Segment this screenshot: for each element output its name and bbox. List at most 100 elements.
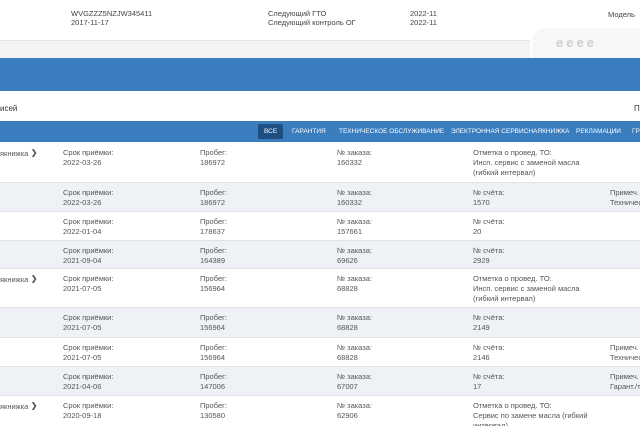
tab-maintenance[interactable]: ТЕХНИЧЕСКОЕ ОБСЛУЖИВАНИЕ: [333, 124, 450, 139]
filter-tabs: ВСЕ ГАРАНТИЯ ТЕХНИЧЕСКОЕ ОБСЛУЖИВАНИЕ ЭЛ…: [0, 121, 640, 142]
mileage-label: Пробег:: [200, 246, 227, 255]
mileage-label: Пробег:: [200, 372, 227, 381]
service-record-row[interactable]: Срок приёмки: 2021-07-05 Пробег: 156964 № за…: [0, 308, 640, 338]
service-record-row[interactable]: Срок приёмки: 2021-09-04 Пробег: 164389 № за…: [0, 241, 640, 269]
service-record-row[interactable]: Срок приёмки: 2021-07-05 Пробег: 156964 № за…: [0, 338, 640, 367]
record-detail-extra: (гибкий интервал): [473, 168, 536, 177]
acceptance-date-value: 2021-04-06: [63, 382, 102, 391]
record-detail-label: Отметка о провед. ТО:: [473, 401, 552, 410]
acceptance-date-label: Срок приёмки:: [63, 188, 114, 197]
acceptance-date-value: 2020-09-18: [63, 411, 102, 420]
record-detail-extra: интервал): [473, 421, 508, 426]
record-type-label: якнижка: [0, 275, 29, 284]
order-number-value: 69626: [337, 256, 358, 265]
chevron-right-icon[interactable]: ❯: [31, 274, 37, 284]
note-value: Техничес: [610, 198, 640, 207]
acceptance-date-label: Срок приёмки:: [63, 274, 114, 283]
service-record-row[interactable]: Срок приёмки: 2022-03-26 Пробег: 186972 № за…: [0, 183, 640, 212]
mileage-label: Пробег:: [200, 148, 227, 157]
chevron-right-icon[interactable]: ❯: [31, 401, 37, 411]
record-detail-label: № счёта:: [473, 372, 505, 381]
chevron-right-icon[interactable]: ❯: [31, 148, 37, 158]
order-number-value: 67007: [337, 382, 358, 391]
note-label: Примеч.: [610, 343, 639, 352]
mileage-label: Пробег:: [200, 274, 227, 283]
acceptance-date-label: Срок приёмки:: [63, 148, 114, 157]
record-detail-label: Отметка о провед. ТО:: [473, 274, 552, 283]
order-number-label: № заказа:: [337, 274, 372, 283]
mileage-value: 147006: [200, 382, 226, 391]
record-detail-value: 2149: [473, 323, 490, 332]
mileage-label: Пробег:: [200, 217, 227, 226]
acceptance-date-label: Срок приёмки:: [63, 401, 114, 410]
record-detail-value: 1570: [473, 198, 490, 207]
order-number-value: 157661: [337, 227, 363, 236]
mileage-value: 156964: [200, 284, 226, 293]
record-detail-value: Инсп. сервис с заменой масла: [473, 158, 580, 167]
mileage-value: 186972: [200, 198, 226, 207]
acceptance-date-value: 2021-07-05: [63, 323, 102, 332]
watermark-logo: eeee: [532, 28, 640, 58]
next-gto-label: Следующий ГТО: [268, 9, 327, 18]
tab-warranty[interactable]: ГАРАНТИЯ: [286, 124, 332, 139]
order-number-value: 160332: [337, 158, 363, 167]
records-right-label: П: [634, 104, 640, 113]
note-value: Техничес: [610, 353, 640, 362]
service-record-row[interactable]: Срок приёмки: 2022-01-04 Пробег: 178637 № за…: [0, 212, 640, 241]
acceptance-date-label: Срок приёмки:: [63, 246, 114, 255]
mileage-label: Пробег:: [200, 401, 227, 410]
acceptance-date-value: 2022-03-26: [63, 158, 102, 167]
service-record-row[interactable]: якнижка ❯ Срок приёмки: 2022-03-26 Пробег: 18…: [0, 143, 640, 183]
record-detail-extra: (гибкий интервал): [473, 294, 536, 303]
tab-more[interactable]: ГР: [626, 124, 640, 139]
acceptance-date-label: Срок приёмки:: [63, 372, 114, 381]
service-record-row[interactable]: якнижка ❯ Срок приёмки: 2020-09-18 Пробег: 13…: [0, 396, 640, 426]
mileage-value: 178637: [200, 227, 226, 236]
order-number-value: 68828: [337, 353, 358, 362]
record-detail-label: № счёта:: [473, 217, 505, 226]
record-detail-label: № счёта:: [473, 343, 505, 352]
tab-all[interactable]: ВСЕ: [258, 124, 284, 139]
acceptance-date-label: Срок приёмки:: [63, 313, 114, 322]
acceptance-date-value: 2021-09-04: [63, 256, 102, 265]
record-detail-value: 2929: [473, 256, 490, 265]
order-number-label: № заказа:: [337, 246, 372, 255]
order-number-label: № заказа:: [337, 372, 372, 381]
record-detail-label: Отметка о провед. ТО:: [473, 148, 552, 157]
record-detail-label: № счёта:: [473, 246, 505, 255]
mileage-label: Пробег:: [200, 188, 227, 197]
acceptance-date-label: Срок приёмки:: [63, 217, 114, 226]
model-label: Модель: [608, 10, 635, 19]
header-divider: [0, 40, 530, 58]
page-banner: [0, 58, 640, 91]
acceptance-date-value: 2022-01-04: [63, 227, 102, 236]
record-detail-value: 20: [473, 227, 482, 236]
mileage-label: Пробег:: [200, 313, 227, 322]
note-value: Гарант./т: [610, 382, 640, 391]
record-detail-label: № счёта:: [473, 188, 505, 197]
order-number-value: 62906: [337, 411, 358, 420]
next-og-value: 2022-11: [410, 18, 437, 27]
order-number-label: № заказа:: [337, 313, 372, 322]
records-title: исей: [0, 104, 18, 113]
mileage-value: 156964: [200, 323, 226, 332]
record-detail-value: 17: [473, 382, 482, 391]
note-label: Примеч.: [610, 372, 639, 381]
tab-complaints[interactable]: РЕКЛАМАЦИИ: [570, 124, 627, 139]
acceptance-date-value: 2021-07-05: [63, 284, 102, 293]
order-number-value: 68828: [337, 323, 358, 332]
order-number-label: № заказа:: [337, 401, 372, 410]
order-number-label: № заказа:: [337, 148, 372, 157]
tab-electronic-service-book[interactable]: ЭЛЕКТРОННАЯ СЕРВИСНАЯКНИЖКА: [445, 124, 575, 139]
note-label: Примеч.: [610, 188, 639, 197]
acceptance-date-label: Срок приёмки:: [63, 343, 114, 352]
order-number-label: № заказа:: [337, 343, 372, 352]
next-gto-value: 2022-11: [410, 9, 437, 18]
record-type-label: якнижка: [0, 149, 29, 158]
mileage-value: 130580: [200, 411, 226, 420]
service-record-row[interactable]: Срок приёмки: 2021-04-06 Пробег: 147006 № за…: [0, 367, 640, 396]
order-number-label: № заказа:: [337, 188, 372, 197]
service-record-row[interactable]: якнижка ❯ Срок приёмки: 2021-07-05 Пробег: 15…: [0, 269, 640, 308]
acceptance-date-value: 2021-07-05: [63, 353, 102, 362]
mileage-value: 156964: [200, 353, 226, 362]
